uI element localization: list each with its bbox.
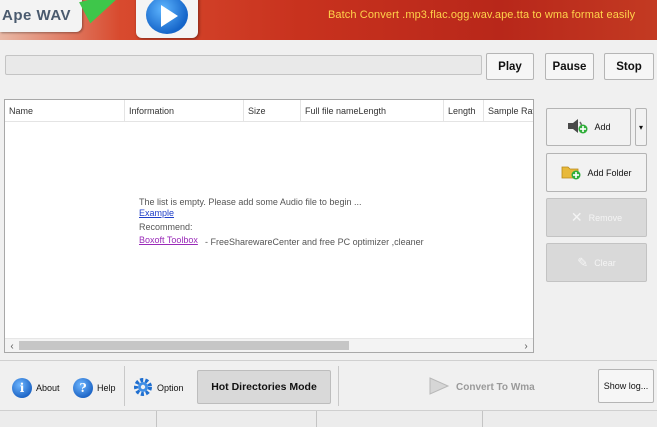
about-button[interactable]: i About <box>12 375 60 401</box>
clear-button-label: Clear <box>594 257 616 268</box>
convert-label: Convert To Wma <box>456 381 535 393</box>
add-folder-button[interactable]: Add Folder <box>546 153 647 192</box>
scroll-left-icon[interactable]: ‹ <box>5 339 19 353</box>
dropdown-arrow-icon: ▾ <box>638 122 643 132</box>
column-header-full-file-name[interactable]: Full file nameLength <box>301 100 444 122</box>
help-label: Help <box>97 383 116 393</box>
scrollbar-thumb[interactable] <box>19 341 349 350</box>
pause-button[interactable]: Pause <box>545 53 594 80</box>
app-logo: Ape WAV <box>0 0 82 32</box>
remove-icon: ✕ <box>570 209 583 225</box>
file-list-header: Name Information Size Full file nameLeng… <box>5 100 533 122</box>
convert-play-icon <box>428 376 450 399</box>
clear-button[interactable]: ✎ Clear <box>546 243 647 282</box>
gear-icon <box>133 377 153 399</box>
boxoft-toolbox-link[interactable]: Boxoft Toolbox <box>139 235 198 245</box>
add-dropdown-button[interactable]: ▾ <box>635 108 647 146</box>
hot-directories-mode-button[interactable]: Hot Directories Mode <box>197 370 331 404</box>
logo-text: Ape WAV <box>2 7 72 24</box>
option-button[interactable]: Option <box>133 375 184 401</box>
recommend-label: Recommend: <box>139 222 193 232</box>
status-panel <box>0 411 157 427</box>
file-list[interactable]: Name Information Size Full file nameLeng… <box>4 99 534 353</box>
convert-arrow-icon <box>79 0 131 24</box>
add-button-label: Add <box>594 122 611 132</box>
add-button[interactable]: Add <box>546 108 631 146</box>
column-header-information[interactable]: Information <box>125 100 244 122</box>
convert-button[interactable]: Convert To Wma <box>428 375 535 399</box>
folder-add-icon <box>561 164 581 182</box>
status-panel <box>317 411 483 427</box>
header-banner: Ape WAV Batch Convert .mp3.flac.ogg.wav.… <box>0 0 657 40</box>
help-button[interactable]: ? Help <box>73 375 116 401</box>
status-panel <box>483 411 657 427</box>
column-header-sample-rate[interactable]: Sample Rat <box>484 100 533 122</box>
stop-button[interactable]: Stop <box>604 53 654 80</box>
play-triangle-icon <box>161 5 178 27</box>
help-icon: ? <box>73 378 93 398</box>
option-label: Option <box>157 383 184 393</box>
empty-text: The list is empty. Please add some Audio… <box>139 197 362 207</box>
toolbar-separator <box>338 366 339 406</box>
example-link[interactable]: Example <box>139 208 174 218</box>
horizontal-scrollbar[interactable]: ‹ › <box>5 338 533 352</box>
column-header-length[interactable]: Length <box>444 100 484 122</box>
add-audio-icon <box>566 118 588 136</box>
play-button[interactable]: Play <box>486 53 534 80</box>
clear-icon: ✎ <box>577 254 589 270</box>
toolbar-separator <box>124 366 125 406</box>
banner-slogan: Batch Convert .mp3.flac.ogg.wav.ape.tta … <box>328 9 636 21</box>
remove-button[interactable]: ✕ Remove <box>546 198 647 237</box>
seek-bar[interactable] <box>5 55 482 75</box>
about-label: About <box>36 383 60 393</box>
column-header-name[interactable]: Name <box>5 100 125 122</box>
add-folder-label: Add Folder <box>587 167 632 178</box>
status-panel <box>157 411 317 427</box>
status-bar <box>0 410 657 427</box>
info-icon: i <box>12 378 32 398</box>
remove-button-label: Remove <box>588 212 623 223</box>
scroll-right-icon[interactable]: › <box>519 339 533 353</box>
column-header-size[interactable]: Size <box>244 100 301 122</box>
recommend-text: - FreeSharewareCenter and free PC optimi… <box>205 237 424 247</box>
show-log-button[interactable]: Show log... <box>598 369 654 403</box>
